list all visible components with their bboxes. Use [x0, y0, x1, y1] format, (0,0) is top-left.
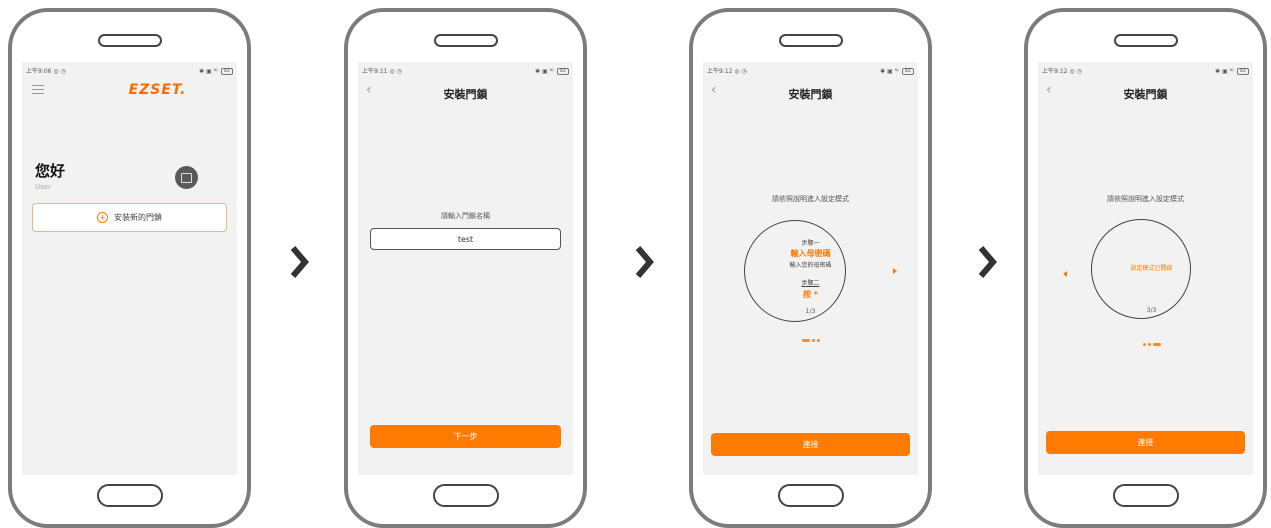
- next-page-arrow-icon[interactable]: [893, 268, 897, 274]
- step2-label: 步驟二: [801, 280, 820, 287]
- status-icons-right: ✱ ▣ ᴺᴶ: [880, 67, 899, 75]
- status-time: 上午9:11: [362, 68, 388, 75]
- status-left: 上午9:11 ◎ ◷: [362, 66, 402, 76]
- screen-home: 上午9:06 ◎ ◷ ✱ ▣ ᴺᴶ 92 EZSET. 您好 User + 安装…: [22, 62, 237, 475]
- greeting-heading: 您好: [35, 162, 66, 180]
- step2-action: 按 *: [803, 290, 818, 299]
- avatar[interactable]: [175, 166, 198, 189]
- setup-instruction: 請依照說明進入設定模式: [1107, 195, 1184, 203]
- battery-icon: 92: [220, 67, 233, 75]
- step-ring: [744, 220, 846, 322]
- status-time: 上午9:06: [26, 68, 52, 75]
- user-icon: [181, 172, 192, 183]
- page-dot-active: [801, 339, 810, 342]
- status-bar: 上午9:06 ◎ ◷ ✱ ▣ ᴺᴶ 92: [26, 66, 233, 76]
- speaker-slot: [1113, 34, 1178, 47]
- step1-label: 步驟一: [801, 240, 820, 247]
- speaker-slot: [778, 34, 843, 47]
- page-dots: [703, 330, 918, 342]
- page-dot: [816, 339, 820, 342]
- home-button[interactable]: [96, 484, 163, 507]
- app-logo: EZSET.: [128, 82, 187, 98]
- add-lock-button[interactable]: + 安装新的門鎖: [32, 203, 227, 232]
- page-dot: [1142, 343, 1146, 346]
- status-icons-right: ✱ ▣ ᴺᴶ: [1215, 67, 1234, 75]
- lock-name-value: test: [457, 234, 474, 244]
- add-lock-label: 安装新的門鎖: [114, 213, 162, 222]
- battery-icon: 92: [1236, 67, 1249, 75]
- status-right: ✱ ▣ ᴺᴶ 92: [880, 66, 914, 76]
- status-right: ✱ ▣ ᴺᴶ 92: [199, 66, 233, 76]
- page-dot: [811, 339, 815, 342]
- chevron-right-icon: [290, 246, 309, 278]
- status-icons-right: ✱ ▣ ᴺᴶ: [199, 67, 218, 75]
- phone-frame-1: 上午9:06 ◎ ◷ ✱ ▣ ᴺᴶ 92 EZSET. 您好 User + 安装…: [8, 8, 251, 528]
- page-title: 安裝門鎖: [443, 88, 488, 101]
- status-time: 上午9:12: [707, 68, 733, 75]
- status-icons-left: ◎ ◷: [734, 68, 747, 75]
- connect-button[interactable]: 連接: [711, 433, 910, 456]
- battery-icon: 92: [901, 67, 914, 75]
- previous-page-arrow-icon[interactable]: [1063, 271, 1067, 277]
- phone-frame-2: 上午9:11 ◎ ◷ ✱ ▣ ᴺᴶ 92 ‹ 安裝門鎖 請輸入門鎖名稱 test…: [344, 8, 587, 528]
- lock-name-prompt: 請輸入門鎖名稱: [441, 212, 490, 220]
- user-name: User: [35, 183, 51, 191]
- status-icons-left: ◎ ◷: [1069, 68, 1082, 75]
- status-left: 上午9:12 ◎ ◷: [707, 66, 747, 76]
- status-right: ✱ ▣ ᴺᴶ 92: [535, 66, 569, 76]
- plus-circle-icon: +: [97, 212, 108, 223]
- status-time: 上午9:12: [1042, 68, 1068, 75]
- status-left: 上午9:06 ◎ ◷: [26, 66, 66, 76]
- lock-name-input[interactable]: test: [370, 228, 561, 250]
- page-title: 安裝門鎖: [1123, 88, 1168, 101]
- speaker-slot: [433, 34, 498, 47]
- connect-button[interactable]: 連接: [1046, 431, 1245, 454]
- step1-hint: 輸入您的母密碼: [789, 262, 832, 269]
- setup-mode-status: 設定模式已開啟: [1130, 265, 1173, 272]
- setup-instruction: 請依照說明進入設定模式: [772, 195, 849, 203]
- screen-setup-step-1: 上午9:12 ◎ ◷ ✱ ▣ ᴺᴶ 92 ‹ 安裝門鎖 請依照說明進入設定模式 …: [703, 62, 918, 475]
- status-left: 上午9:12 ◎ ◷: [1042, 66, 1082, 76]
- status-bar: 上午9:11 ◎ ◷ ✱ ▣ ᴺᴶ 92: [362, 66, 569, 76]
- status-bar: 上午9:12 ◎ ◷ ✱ ▣ ᴺᴶ 92: [1042, 66, 1249, 76]
- chevron-right-icon: [978, 246, 997, 278]
- page-dot: [1147, 343, 1151, 346]
- chevron-right-icon: [635, 246, 654, 278]
- page-indicator-text: 1/3: [805, 308, 816, 315]
- speaker-slot: [97, 34, 162, 47]
- step1-action: 輸入母密碼: [790, 249, 831, 258]
- home-button[interactable]: [432, 484, 499, 507]
- status-icons-left: ◎ ◷: [53, 68, 66, 75]
- page-dots: [1038, 334, 1253, 346]
- page-title: 安裝門鎖: [788, 88, 833, 101]
- next-button[interactable]: 下一步: [370, 425, 561, 448]
- status-bar: 上午9:12 ◎ ◷ ✱ ▣ ᴺᴶ 92: [707, 66, 914, 76]
- home-button[interactable]: [1112, 484, 1179, 507]
- phone-frame-3: 上午9:12 ◎ ◷ ✱ ▣ ᴺᴶ 92 ‹ 安裝門鎖 請依照說明進入設定模式 …: [689, 8, 932, 528]
- home-button[interactable]: [777, 484, 844, 507]
- screen-name-lock: 上午9:11 ◎ ◷ ✱ ▣ ᴺᴶ 92 ‹ 安裝門鎖 請輸入門鎖名稱 test…: [358, 62, 573, 475]
- status-icons-right: ✱ ▣ ᴺᴶ: [535, 67, 554, 75]
- phone-frame-4: 上午9:12 ◎ ◷ ✱ ▣ ᴺᴶ 92 ‹ 安裝門鎖 請依照說明進入設定模式 …: [1024, 8, 1267, 528]
- page-indicator-text: 3/3: [1146, 307, 1157, 314]
- battery-icon: 92: [556, 67, 569, 75]
- page-dot-active: [1152, 343, 1161, 346]
- screen-setup-step-3: 上午9:12 ◎ ◷ ✱ ▣ ᴺᴶ 92 ‹ 安裝門鎖 請依照說明進入設定模式 …: [1038, 62, 1253, 475]
- status-icons-left: ◎ ◷: [389, 68, 402, 75]
- status-right: ✱ ▣ ᴺᴶ 92: [1215, 66, 1249, 76]
